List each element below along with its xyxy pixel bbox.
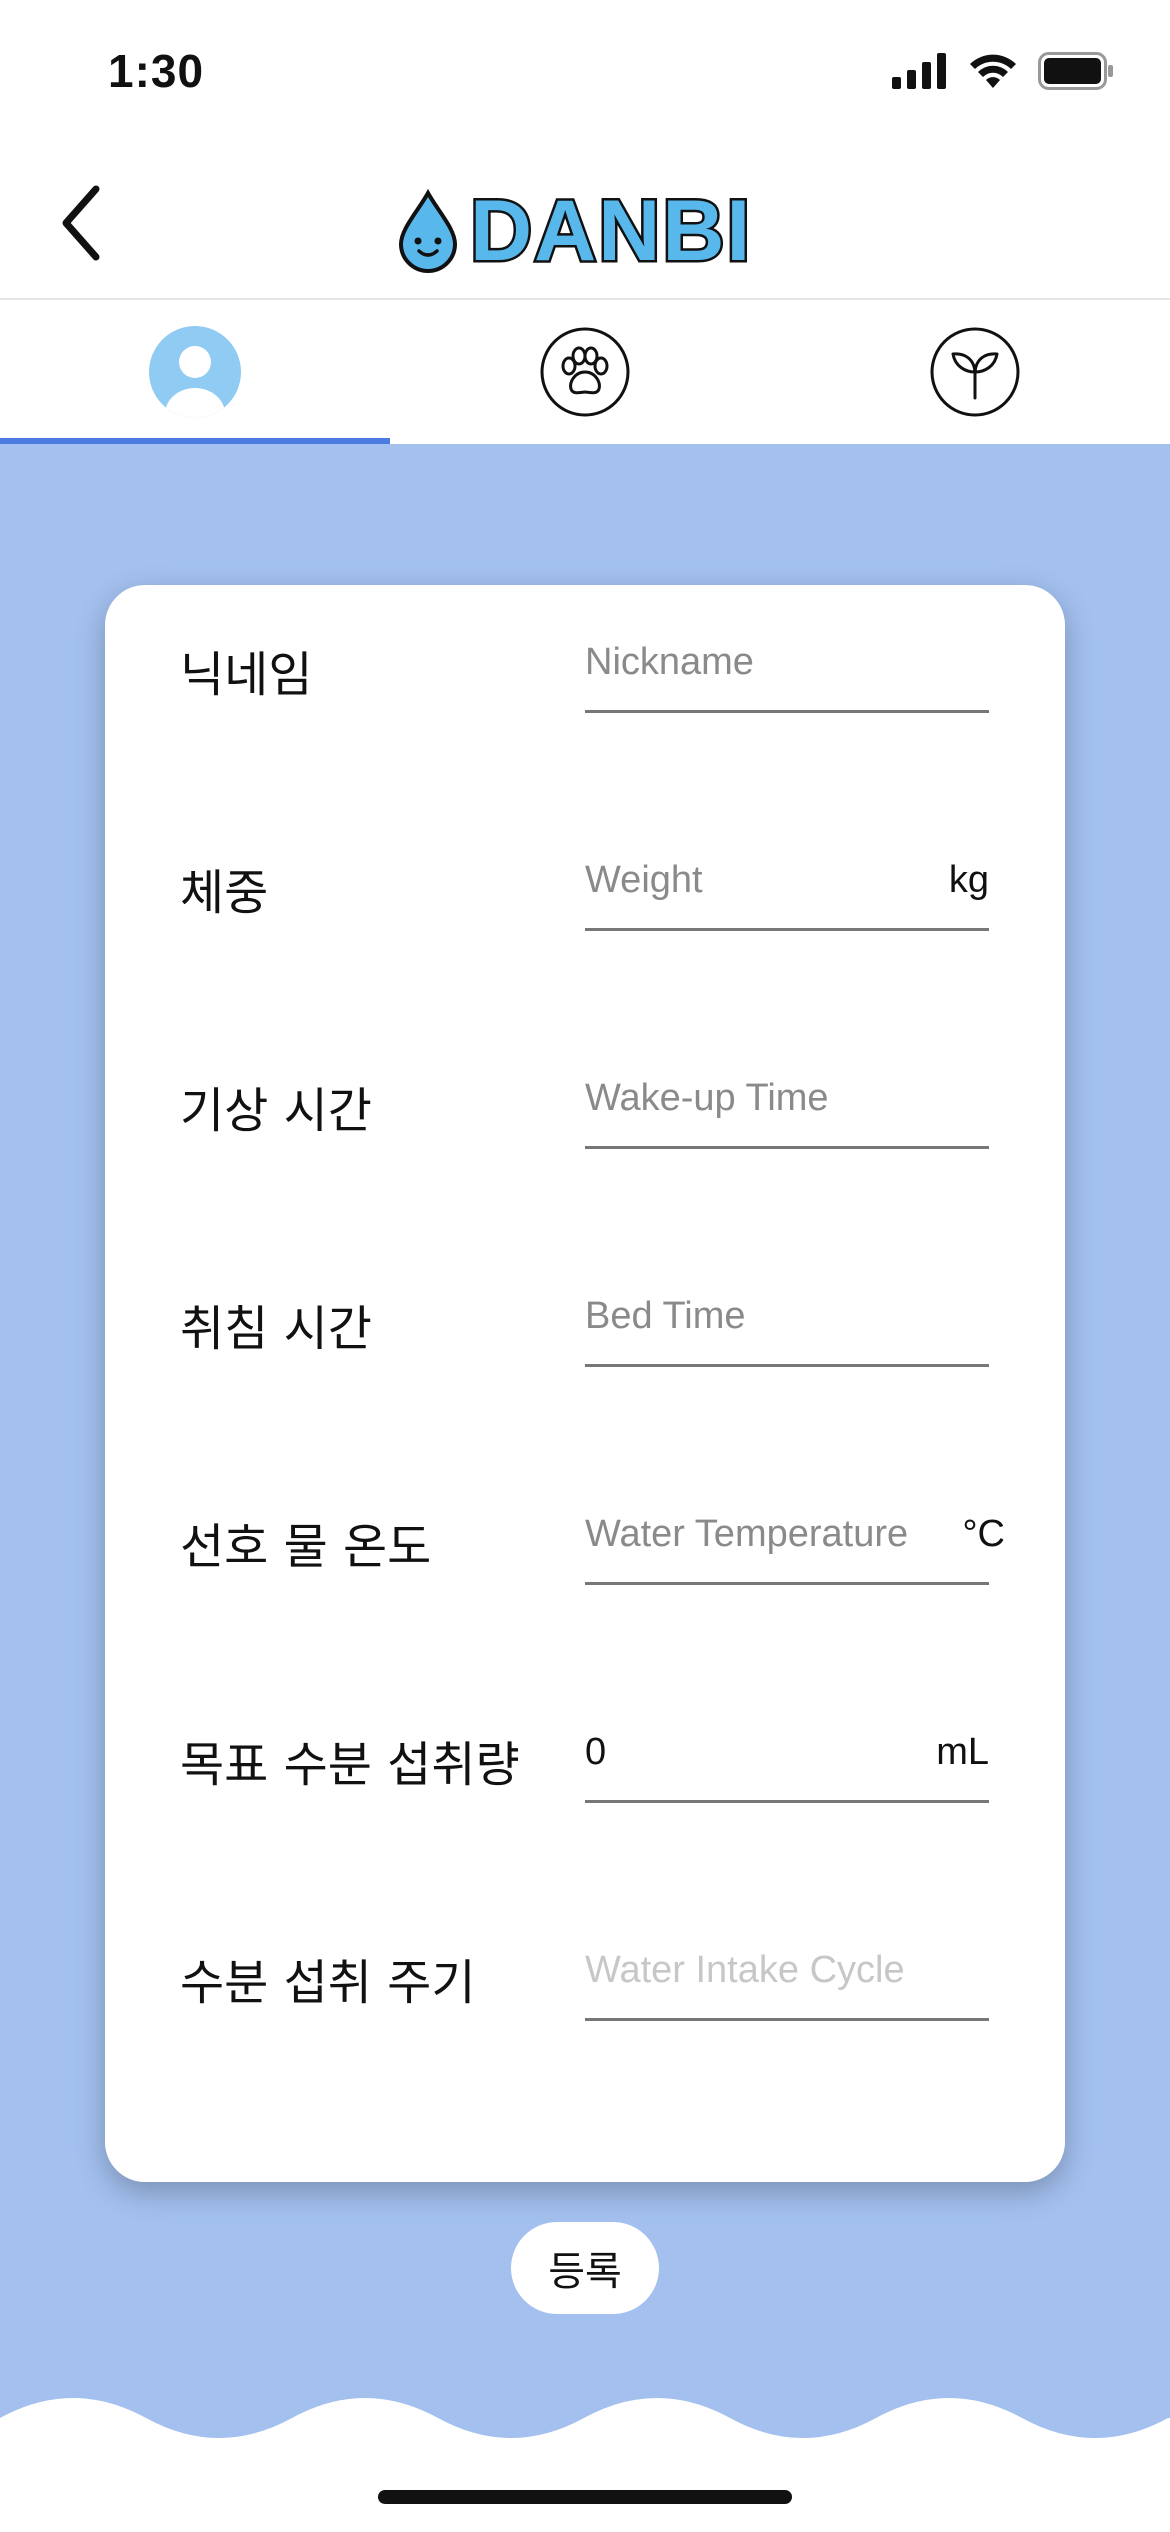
profile-form-card: 닉네임 Nickname 체중 Weight kg 기상 시간 Wake-up … bbox=[105, 585, 1065, 2182]
nickname-label: 닉네임 bbox=[180, 647, 313, 703]
tab-pet[interactable] bbox=[390, 300, 780, 444]
nickname-placeholder: Nickname bbox=[585, 641, 754, 683]
chevron-left-icon bbox=[62, 185, 100, 261]
water-temperature-placeholder: Water Temperature bbox=[585, 1513, 909, 1555]
form-row-water-temperature: 선호 물 온도 Water Temperature °C bbox=[105, 1457, 1065, 1675]
water-temperature-label: 선호 물 온도 bbox=[180, 1519, 432, 1575]
water-temperature-input[interactable]: Water Temperature °C bbox=[585, 1493, 1005, 1585]
sprout-icon bbox=[930, 327, 1020, 417]
tab-plant[interactable] bbox=[780, 300, 1170, 444]
nickname-input[interactable]: Nickname bbox=[585, 621, 989, 713]
bed-time-input[interactable]: Bed Time bbox=[585, 1275, 989, 1367]
form-row-weight: 체중 Weight kg bbox=[105, 803, 1065, 1021]
wifi-icon bbox=[970, 54, 1016, 88]
battery-icon bbox=[1038, 52, 1113, 90]
form-row-intake-cycle: 수분 섭취 주기 Water Intake Cycle bbox=[105, 1893, 1065, 2111]
bed-time-placeholder: Bed Time bbox=[585, 1295, 746, 1337]
wake-time-placeholder: Wake-up Time bbox=[585, 1077, 829, 1119]
weight-input[interactable]: Weight kg bbox=[585, 839, 989, 931]
person-icon bbox=[149, 326, 241, 418]
home-indicator bbox=[378, 2490, 792, 2504]
app-header: DANBI bbox=[0, 150, 1170, 300]
wave-decoration bbox=[0, 2398, 1170, 2532]
status-icons bbox=[892, 52, 1114, 90]
app-logo: DANBI bbox=[396, 176, 753, 286]
back-button[interactable] bbox=[36, 178, 126, 268]
status-bar: 1:30 bbox=[0, 0, 1170, 150]
form-row-bed-time: 취침 시간 Bed Time bbox=[105, 1239, 1065, 1457]
water-drop-mascot-icon bbox=[398, 189, 458, 273]
register-button[interactable]: 등록 bbox=[511, 2222, 659, 2314]
weight-label: 체중 bbox=[180, 865, 269, 921]
intake-cycle-select[interactable]: Water Intake Cycle bbox=[585, 1929, 989, 2021]
cellular-signal-icon bbox=[892, 53, 946, 89]
form-row-nickname: 닉네임 Nickname bbox=[105, 585, 1065, 803]
wake-time-input[interactable]: Wake-up Time bbox=[585, 1057, 989, 1149]
tab-user-profile[interactable] bbox=[0, 300, 390, 444]
form-row-goal-intake: 목표 수분 섭취량 0 mL bbox=[105, 1675, 1065, 1893]
goal-intake-value: 0 bbox=[585, 1731, 607, 1773]
goal-intake-label: 목표 수분 섭취량 bbox=[180, 1737, 520, 1793]
water-temperature-unit: °C bbox=[962, 1513, 1005, 1555]
bed-time-label: 취침 시간 bbox=[180, 1301, 372, 1357]
status-time: 1:30 bbox=[108, 45, 205, 97]
tab-bar bbox=[0, 300, 1170, 444]
logo-text: DANBI bbox=[467, 183, 753, 279]
goal-intake-unit: mL bbox=[936, 1731, 989, 1773]
weight-unit: kg bbox=[948, 859, 989, 901]
goal-intake-input[interactable]: 0 mL bbox=[585, 1711, 989, 1803]
form-row-wake-time: 기상 시간 Wake-up Time bbox=[105, 1021, 1065, 1239]
paw-icon bbox=[540, 327, 630, 417]
weight-placeholder: Weight bbox=[585, 859, 703, 901]
intake-cycle-placeholder: Water Intake Cycle bbox=[585, 1949, 905, 1991]
wake-time-label: 기상 시간 bbox=[180, 1083, 372, 1139]
intake-cycle-label: 수분 섭취 주기 bbox=[180, 1955, 476, 2011]
